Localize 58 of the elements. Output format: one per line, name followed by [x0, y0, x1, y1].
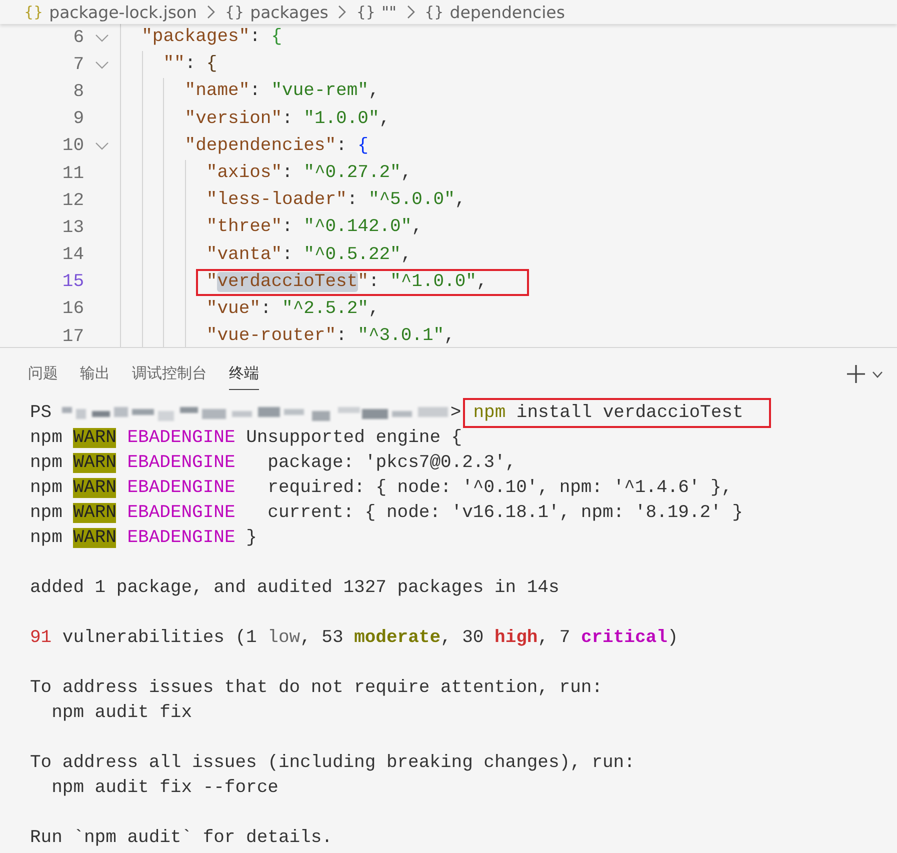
breadcrumb-item[interactable]: package-lock.json	[49, 2, 197, 22]
panel-tab[interactable]: 输出	[80, 358, 110, 390]
line-number: 11	[61, 164, 84, 184]
panel-tab[interactable]: 问题	[28, 358, 58, 390]
braces-icon: {}	[225, 3, 244, 21]
breadcrumb-item[interactable]: ""	[381, 2, 397, 22]
line-number: 14	[61, 245, 84, 266]
code-line: "name": "vue-rem",	[184, 82, 380, 102]
plus-icon[interactable]	[846, 364, 866, 384]
code-line: "vue-router": "^3.0.1",	[205, 327, 455, 346]
terminal-line: 91 vulnerabilities (1 low, 53 moderate, 30 high, 7 critical)	[30, 628, 678, 648]
code-line: "version": "1.0.0",	[184, 110, 390, 129]
code-line: "vanta": "^0.5.22",	[205, 246, 412, 265]
code-line: "less-loader": "^5.0.0",	[205, 191, 466, 210]
line-number: 9	[72, 109, 84, 130]
code-line: "packages": {	[140, 28, 282, 48]
panel-tab[interactable]: 终端	[229, 358, 259, 390]
terminal-command: npm install verdaccioTest	[473, 402, 744, 422]
line-number: 13	[61, 218, 84, 238]
code-line: "dependencies": {	[184, 136, 368, 156]
line-number: 17	[61, 326, 84, 347]
terminal-line: PS	[30, 402, 53, 422]
braces-icon: {}	[24, 3, 44, 21]
line-number: 15	[61, 272, 84, 292]
terminal-line: >	[450, 402, 462, 422]
terminal-line: To address issues that do not require attention, run:	[30, 678, 602, 698]
terminal-line: npm WARN EBADENGINE package: 'pkcs7@0.2.3',	[30, 452, 516, 472]
terminal-line: To address all issues (including breaking changes), run:	[30, 752, 635, 772]
line-number: 6	[72, 28, 84, 48]
code-line: "": {	[162, 55, 218, 74]
line-number: 16	[61, 299, 84, 320]
terminal-line: Run `npm audit` for details.	[30, 828, 332, 848]
chevron-right-icon	[406, 5, 416, 19]
chevron-down-icon	[95, 34, 109, 42]
terminal-line: npm audit fix --force	[50, 778, 278, 798]
line-number: 7	[72, 54, 84, 75]
breadcrumb-item[interactable]: dependencies	[450, 2, 565, 22]
braces-icon: {}	[356, 3, 376, 21]
breadcrumb-item[interactable]: packages	[250, 2, 328, 22]
code-line: "three": "^0.142.0",	[205, 218, 422, 238]
terminal-line: npm audit fix	[50, 702, 192, 722]
code-line: "vue": "^2.5.2",	[205, 300, 380, 319]
terminal-line: npm WARN EBADENGINE Unsupported engine {	[30, 428, 462, 448]
chevron-down-icon	[95, 142, 109, 150]
line-number: 10	[61, 136, 84, 156]
terminal-line: added 1 package, and audited 1327 packages in 14s	[30, 578, 560, 598]
terminal-line: npm WARN EBADENGINE required: { node: '^0.10', npm: '^1.4.6' },	[30, 478, 732, 498]
chevron-right-icon	[206, 5, 216, 19]
chevron-down-icon[interactable]	[872, 370, 883, 378]
terminal-line: npm WARN EBADENGINE }	[30, 528, 257, 548]
chevron-right-icon	[337, 5, 348, 19]
braces-icon: {}	[424, 3, 444, 21]
terminal-line: npm WARN EBADENGINE current: { node: 'v16.18.1', npm: '8.19.2' }	[30, 502, 743, 522]
code-line: "axios": "^0.27.2",	[205, 164, 412, 184]
panel-tab[interactable]: 调试控制台	[132, 358, 207, 390]
line-number: 12	[61, 190, 84, 211]
chevron-down-icon	[95, 60, 109, 69]
line-number: 8	[72, 82, 84, 102]
